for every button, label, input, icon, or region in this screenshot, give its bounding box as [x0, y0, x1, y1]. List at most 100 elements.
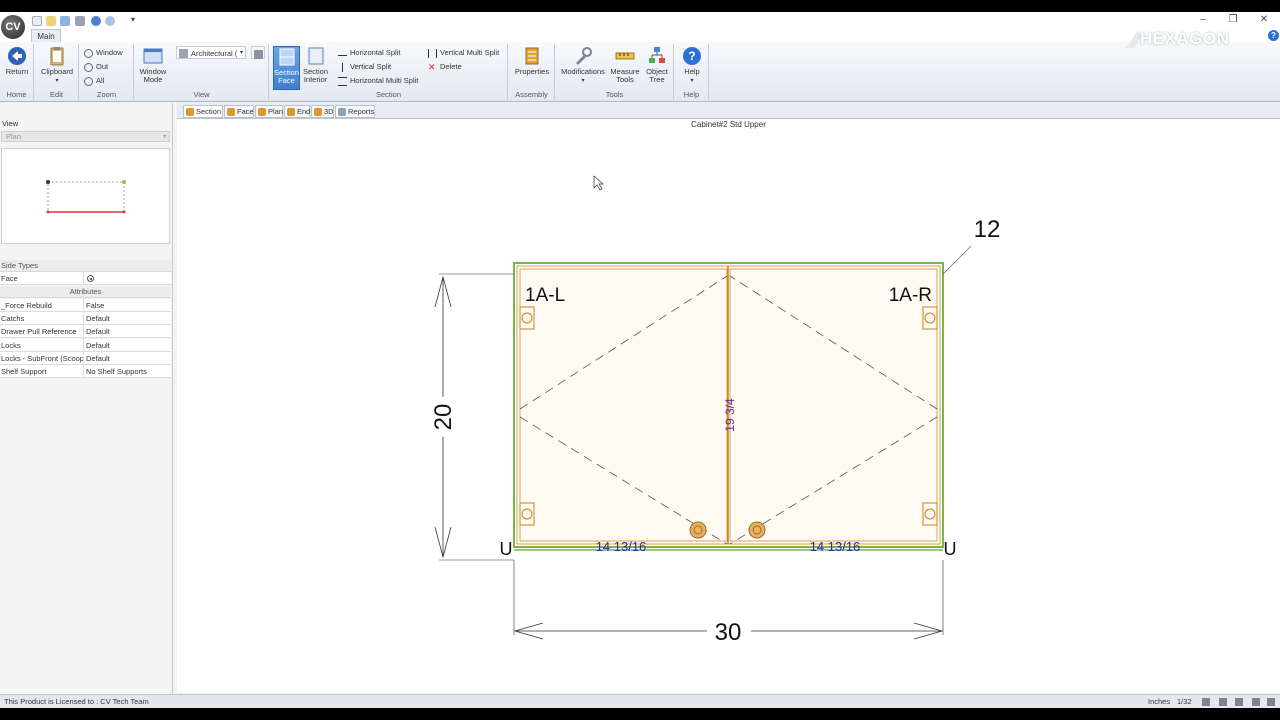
undo-icon[interactable]: [91, 16, 101, 26]
radio-selected-icon: [87, 275, 94, 282]
right-door[interactable]: [729, 268, 938, 542]
help-button[interactable]: ? Help ▾: [677, 46, 707, 90]
help-corner-icon[interactable]: ?: [1268, 30, 1279, 41]
attribute-name: Locks - SubFront (Scoop c: [1, 352, 84, 365]
ortho-icon[interactable]: [1219, 698, 1227, 706]
return-arrow-icon: [8, 47, 26, 65]
horizontal-multi-split-label: Horizontal Multi Split: [350, 76, 419, 85]
license-text: This Product is Licensed to : CV Tech Te…: [4, 697, 149, 706]
layer-icon[interactable]: [1252, 698, 1260, 706]
depth-leader-line: [942, 245, 972, 275]
properties-button[interactable]: Properties: [512, 46, 552, 90]
zoom-all-button[interactable]: All: [84, 74, 104, 87]
clipboard-icon: [50, 47, 64, 66]
tab-reports-label: Reports: [348, 107, 375, 116]
ribbon-group-section: Section Face Section Interior Horizontal S…: [270, 44, 508, 100]
window-mode-button[interactable]: Window Mode: [137, 46, 169, 90]
redo-icon[interactable]: [105, 16, 115, 26]
side-type-face-label: Face: [0, 272, 84, 285]
horizontal-multi-split-button[interactable]: Horizontal Multi Split: [338, 74, 418, 87]
grid-icon[interactable]: [1235, 698, 1243, 706]
snap-icon[interactable]: [1202, 698, 1210, 706]
clipboard-button[interactable]: Clipboard ▾: [37, 46, 77, 90]
attribute-row[interactable]: Catchs Default: [0, 312, 171, 325]
tab-face[interactable]: Face: [224, 105, 254, 118]
zoom-window-label: Window: [96, 48, 123, 57]
vertical-multi-split-icon: [428, 48, 437, 58]
mouse-cursor-icon: [593, 175, 604, 191]
attribute-row[interactable]: Locks - SubFront (Scoop c Default: [0, 352, 171, 365]
section-interior-icon: [308, 47, 323, 65]
height-dimension-label: 20: [430, 404, 457, 431]
units-indicator[interactable]: Inches: [1148, 695, 1170, 708]
return-button[interactable]: Return: [2, 46, 32, 90]
view-label: View: [2, 119, 19, 128]
plan-preview[interactable]: [1, 148, 170, 244]
attribute-value[interactable]: Default: [86, 325, 170, 338]
vertical-split-button[interactable]: Vertical Split: [338, 60, 391, 73]
attribute-value[interactable]: No Shelf Supports: [86, 365, 170, 378]
ribbon-group-zoom: Window Out All Zoom: [80, 44, 134, 100]
tab-main[interactable]: Main: [31, 29, 61, 43]
settings-icon: [254, 49, 263, 59]
zoom-window-button[interactable]: Window: [84, 46, 123, 59]
section-face-label-2: Face: [278, 76, 295, 85]
horizontal-split-button[interactable]: Horizontal Split: [338, 46, 400, 59]
delete-button[interactable]: ✕ Delete: [428, 60, 462, 73]
attribute-name: Catchs: [0, 312, 84, 325]
new-file-icon[interactable]: [32, 16, 42, 26]
qat-customize-icon[interactable]: ▾: [126, 14, 140, 26]
attributes-header: Attributes: [0, 286, 171, 298]
precision-indicator[interactable]: 1/32: [1177, 695, 1192, 708]
minimize-icon[interactable]: –: [1196, 14, 1210, 26]
side-type-face-radio[interactable]: [86, 272, 170, 285]
window-mode-label-2: Mode: [143, 75, 163, 84]
print-icon[interactable]: [75, 16, 85, 26]
view-style-settings-button[interactable]: [251, 46, 265, 59]
attribute-row[interactable]: Locks Default: [0, 339, 171, 352]
side-type-face-row[interactable]: Face: [0, 272, 171, 285]
side-types-header: Side Types: [0, 260, 171, 272]
zoom-window-icon: [84, 48, 93, 58]
section-interior-button[interactable]: Section Interior: [301, 46, 330, 90]
drawing-canvas[interactable]: Cabinet#2 Std Upper 1A-L 1A-R 14 13/16 1…: [177, 119, 1280, 693]
tab-end-label: End: [297, 107, 311, 116]
close-icon[interactable]: ✕: [1257, 14, 1271, 26]
group-label-tools: Tools: [605, 90, 624, 99]
modifications-label: Modifications: [561, 67, 605, 76]
zoom-out-button[interactable]: Out: [84, 60, 108, 73]
attribute-value[interactable]: Default: [86, 339, 170, 352]
tab-section[interactable]: Section: [183, 105, 223, 118]
tab-plan[interactable]: Plan: [255, 105, 283, 118]
save-icon[interactable]: [60, 16, 70, 26]
settings-icon[interactable]: [1267, 698, 1275, 706]
attribute-value[interactable]: False: [86, 299, 170, 312]
restore-icon[interactable]: ❐: [1226, 14, 1240, 26]
attribute-value[interactable]: Default: [86, 352, 170, 365]
view-style-dropdown[interactable]: Architectural (▾: [176, 46, 246, 59]
open-folder-icon[interactable]: [46, 16, 56, 26]
measure-tools-button[interactable]: Measure Tools: [608, 46, 642, 90]
section-face-button[interactable]: Section Face: [273, 46, 300, 90]
properties-icon: [525, 47, 539, 65]
vertical-multi-split-button[interactable]: Vertical Multi Split: [428, 46, 499, 59]
attribute-value[interactable]: Default: [86, 312, 170, 325]
attribute-row[interactable]: Shelf Support No Shelf Supports: [0, 365, 171, 378]
tab-reports[interactable]: Reports: [335, 105, 375, 118]
ribbon-group-tools: Modifications ▾ Measure Tools Object Tree T…: [556, 44, 674, 100]
attribute-row[interactable]: _Force Rebuild False: [0, 299, 171, 312]
title-bar: CV ▾ – ❐ ✕ Main: [0, 12, 1280, 43]
modifications-button[interactable]: Modifications ▾: [558, 46, 608, 90]
view-select[interactable]: Plan ▾: [1, 131, 170, 142]
tab-end[interactable]: End: [284, 105, 310, 118]
left-u-label: U: [500, 539, 513, 559]
attribute-row[interactable]: Drawer Pull Reference Default: [0, 325, 171, 338]
horizontal-multi-split-icon: [338, 76, 347, 86]
ribbon-group-help: ? Help ▾ Help: [675, 44, 709, 100]
delete-x-icon: ✕: [428, 61, 436, 72]
left-door[interactable]: [519, 268, 728, 542]
object-tree-button[interactable]: Object Tree: [642, 46, 672, 90]
app-menu-orb[interactable]: CV: [1, 15, 25, 39]
plan-corner-marker: [122, 210, 126, 214]
tab-3d[interactable]: 3D: [311, 105, 334, 118]
